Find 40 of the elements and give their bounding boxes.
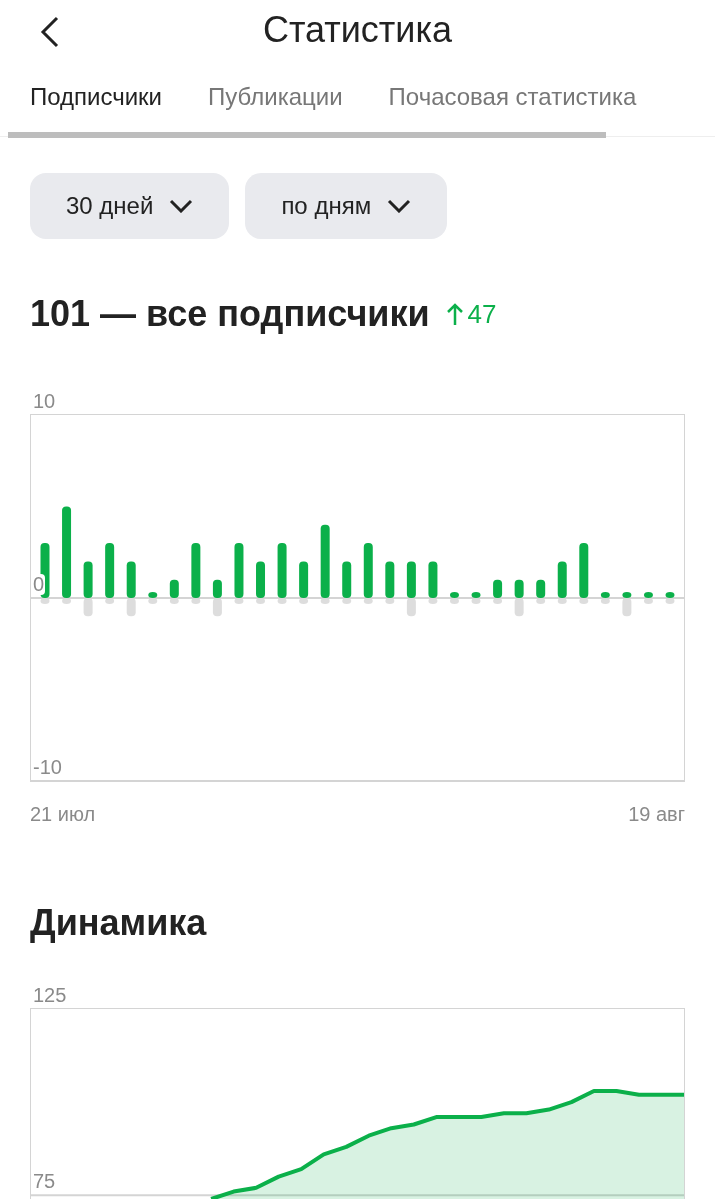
bar (493, 579, 503, 598)
bar (363, 543, 373, 598)
negative-bar (212, 598, 222, 617)
bar (536, 579, 546, 598)
bar (191, 543, 201, 598)
tab[interactable]: Публикации (208, 82, 343, 112)
tab[interactable]: Подписчики (30, 82, 163, 112)
filter-dropdown[interactable]: 30 дней (30, 173, 230, 239)
tab[interactable]: Почасовая статистика (388, 82, 637, 112)
period-start-date: 21 июл (30, 804, 96, 824)
negative-bar (406, 598, 416, 617)
bar (277, 543, 287, 598)
bar (557, 561, 567, 598)
bar (342, 561, 352, 598)
bar (126, 561, 136, 598)
negative-bar (83, 598, 93, 617)
negative-bar (514, 598, 524, 617)
bar (212, 579, 222, 598)
negative-bar (126, 598, 136, 617)
arrow-up-icon (445, 302, 464, 326)
filter-dropdown[interactable]: по дням (245, 173, 448, 239)
bar (256, 561, 265, 598)
negative-bar (622, 598, 632, 617)
bar (299, 561, 309, 598)
subscribers-change: 47 (467, 297, 497, 331)
subscribers-total: 101 — все подписчики (30, 292, 430, 336)
bar (428, 561, 438, 598)
bar (385, 561, 395, 598)
bar (105, 543, 115, 598)
chevron-down-icon (169, 199, 194, 213)
bar (234, 543, 244, 598)
chevron-down-icon (387, 199, 412, 213)
bar (514, 579, 524, 598)
bar (406, 561, 416, 598)
bar (169, 579, 179, 598)
page-title: Статистика (262, 8, 453, 52)
bar (579, 543, 589, 598)
bar (83, 561, 93, 598)
period-end-date: 19 авг (628, 804, 685, 824)
section-title: Динамика (29, 901, 208, 945)
